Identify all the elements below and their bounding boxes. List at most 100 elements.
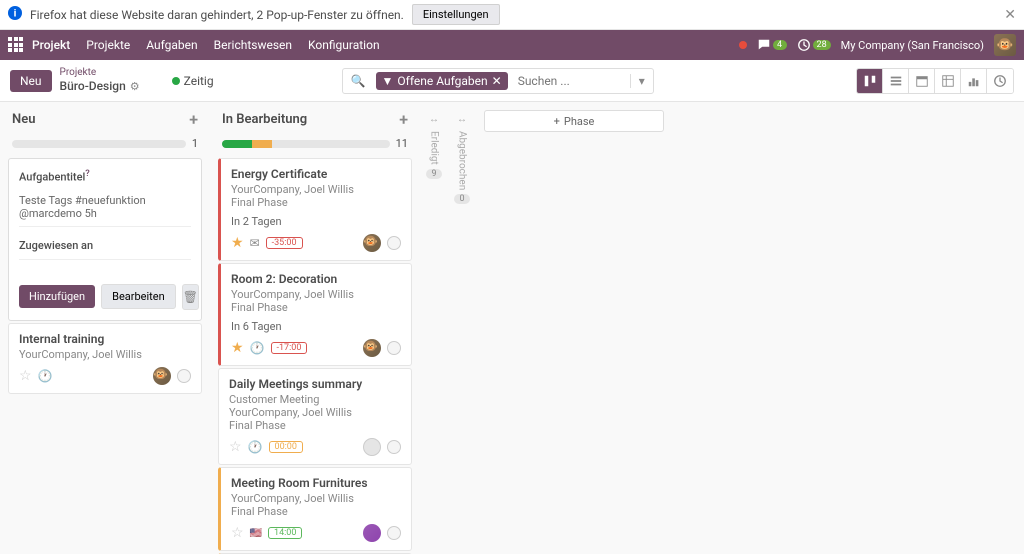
clock-icon[interactable]: 🕐 [250, 341, 265, 355]
card-due: In 2 Tagen [231, 215, 401, 228]
phase-label: Phase [564, 115, 595, 128]
timely-dot-icon [172, 77, 180, 85]
card-phase: Final Phase [231, 196, 401, 209]
star-icon[interactable]: ★ [231, 235, 244, 251]
toolbar: Neu Projekte Büro-Design ⚙ Zeitig 🔍 ▼ Of… [0, 60, 1024, 102]
mail-icon[interactable]: ✉ [250, 236, 260, 250]
task-card[interactable]: Energy Certificate YourCompany, Joel Wil… [218, 158, 412, 261]
gear-icon[interactable]: ⚙ [130, 80, 140, 93]
clock-icon[interactable]: 🕐 [38, 369, 53, 383]
filter-tag: ▼ Offene Aufgaben ✕ [376, 72, 508, 90]
apps-icon[interactable] [8, 37, 24, 53]
add-phase-button[interactable]: + Phase [484, 110, 664, 132]
card-title: Daily Meetings summary [229, 377, 401, 391]
status-dot[interactable] [177, 369, 191, 383]
user-avatar[interactable]: 🐵 [994, 34, 1016, 56]
column-count: 1 [192, 137, 198, 150]
star-icon[interactable]: ☆ [229, 439, 242, 455]
column-abgebrochen-collapsed[interactable]: ↔ Abgebrochen 0 [448, 102, 476, 554]
time-pill: 14:00 [268, 527, 302, 539]
task-title-input[interactable]: Teste Tags #neuefunktion @marcdemo 5h [19, 188, 191, 227]
expand-icon[interactable]: ↔ [429, 114, 439, 125]
task-card[interactable]: Room 2: Decoration YourCompany, Joel Wil… [218, 263, 412, 366]
expand-icon[interactable]: ↔ [457, 114, 467, 125]
filter-label: Offene Aufgaben [397, 74, 487, 88]
view-calendar-icon[interactable] [909, 69, 935, 93]
company-name[interactable]: My Company (San Francisco) [841, 39, 984, 52]
activity-icon[interactable]: 28 [797, 38, 831, 52]
card-subtitle: YourCompany, Joel Willis [19, 348, 191, 361]
card-subtitle: YourCompany, Joel Willis [231, 288, 401, 301]
popup-notification: i Firefox hat diese Website daran gehind… [0, 0, 1024, 30]
card-title: Energy Certificate [231, 167, 401, 181]
view-kanban-icon[interactable] [857, 69, 883, 93]
settings-button[interactable]: Einstellungen [412, 4, 500, 25]
card-phase: Final Phase [231, 505, 401, 518]
card-subtitle: YourCompany, Joel Willis [229, 406, 401, 419]
search-bar: 🔍 ▼ Offene Aufgaben ✕ ▾ [342, 68, 654, 94]
trash-icon[interactable]: 🗑 [182, 284, 199, 310]
nav-item-projekte[interactable]: Projekte [86, 38, 130, 52]
timely-badge[interactable]: Zeitig [172, 74, 214, 88]
clock-icon[interactable]: 🕐 [248, 440, 263, 454]
view-switcher [856, 68, 1014, 94]
star-icon[interactable]: ★ [231, 340, 244, 356]
search-dropdown-icon[interactable]: ▾ [630, 74, 653, 88]
column-count: 0 [454, 194, 469, 204]
info-icon: i [8, 6, 22, 23]
view-pivot-icon[interactable] [935, 69, 961, 93]
card-avatar[interactable] [363, 524, 381, 542]
add-button[interactable]: Hinzufügen [19, 285, 95, 308]
nav-item-berichtswesen[interactable]: Berichtswesen [214, 38, 292, 52]
column-title[interactable]: Neu [12, 112, 35, 127]
plus-icon: + [554, 115, 560, 128]
chat-icon[interactable]: 4 [757, 38, 787, 52]
view-graph-icon[interactable] [961, 69, 987, 93]
card-sub2: Customer Meeting [229, 393, 401, 406]
add-card-icon[interactable]: + [399, 110, 408, 129]
status-dot[interactable] [387, 236, 401, 250]
search-icon[interactable]: 🔍 [343, 74, 374, 88]
new-button[interactable]: Neu [10, 70, 52, 92]
view-list-icon[interactable] [883, 69, 909, 93]
time-pill: -17:00 [271, 342, 308, 354]
breadcrumb-parent[interactable]: Projekte [60, 67, 140, 79]
activity-count: 28 [813, 40, 831, 50]
column-title[interactable]: In Bearbeitung [222, 112, 307, 127]
filter-icon: ▼ [382, 74, 394, 88]
column-count: 9 [426, 169, 441, 179]
filter-close-icon[interactable]: ✕ [492, 74, 502, 88]
task-card[interactable]: Daily Meetings summary Customer Meeting … [218, 368, 412, 465]
column-title: Erledigt [429, 131, 440, 165]
task-card[interactable]: Meeting Room Furnitures YourCompany, Joe… [218, 467, 412, 551]
status-dot[interactable] [387, 440, 401, 454]
card-avatar[interactable]: 🐵 [363, 234, 381, 252]
nav-item-konfiguration[interactable]: Konfiguration [308, 38, 380, 52]
card-title: Meeting Room Furnitures [231, 476, 401, 490]
star-icon[interactable]: ☆ [19, 368, 32, 384]
column-bearbeitung: In Bearbeitung + 11 Energy Certificate Y… [210, 102, 420, 554]
nav-item-aufgaben[interactable]: Aufgaben [146, 38, 197, 52]
status-dot[interactable] [387, 341, 401, 355]
card-avatar[interactable]: 🐵 [153, 367, 171, 385]
view-activity-icon[interactable] [987, 69, 1013, 93]
card-avatar[interactable]: 🐵 [363, 339, 381, 357]
edit-button[interactable]: Bearbeiten [101, 284, 176, 309]
search-input[interactable] [510, 74, 630, 88]
column-erledigt-collapsed[interactable]: ↔ Erledigt 9 [420, 102, 448, 554]
card-avatar[interactable] [363, 438, 381, 456]
column-count: 11 [396, 137, 408, 150]
breadcrumb-current: Büro-Design [60, 79, 126, 93]
task-card[interactable]: Internal training YourCompany, Joel Will… [8, 323, 202, 394]
time-pill: -35:00 [266, 237, 303, 249]
close-icon[interactable]: ✕ [1004, 7, 1016, 23]
flag-icon[interactable]: 🇺🇸 [250, 528, 262, 539]
chat-count: 4 [773, 40, 787, 50]
add-phase-column: + Phase [476, 102, 1024, 554]
status-dot[interactable] [387, 526, 401, 540]
form-title-label: Aufgabentitel? [19, 169, 191, 184]
add-card-icon[interactable]: + [189, 110, 198, 129]
star-icon[interactable]: ☆ [231, 525, 244, 541]
kanban-board: Neu + 1 Aufgabentitel? Teste Tags #neuef… [0, 102, 1024, 554]
card-subtitle: YourCompany, Joel Willis [231, 183, 401, 196]
